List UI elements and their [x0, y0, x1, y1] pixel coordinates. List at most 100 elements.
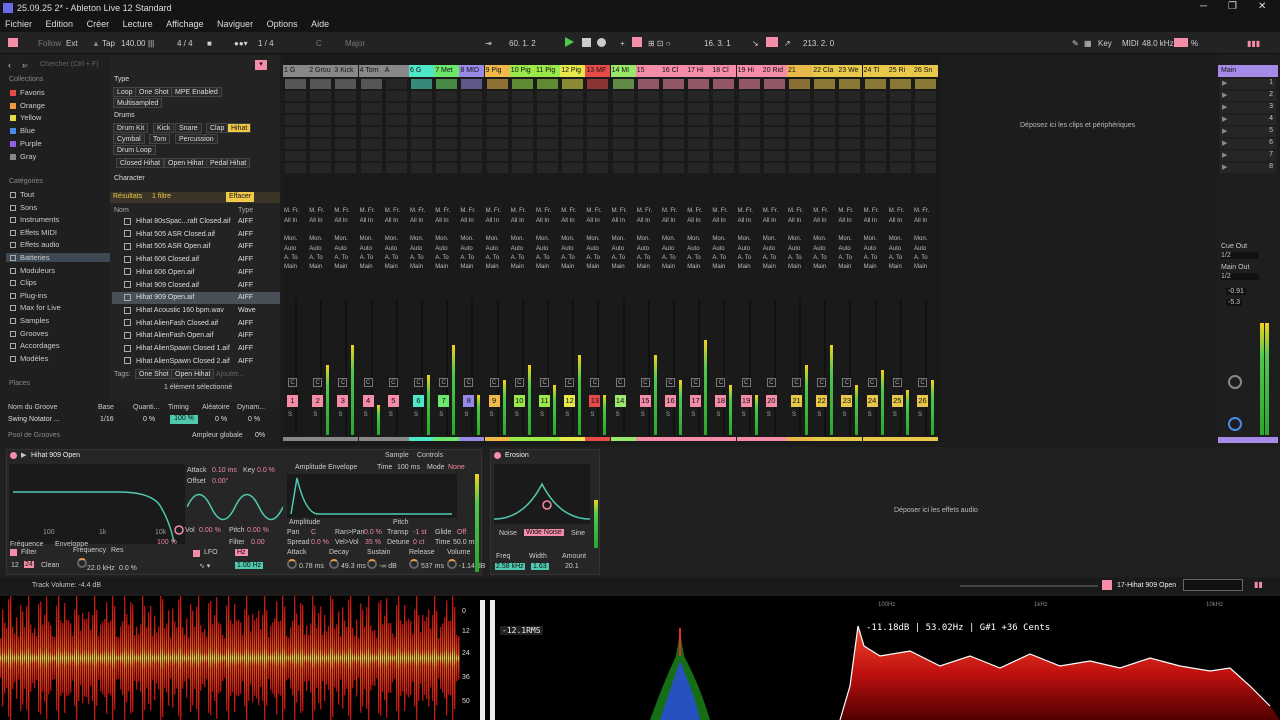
- crossfade-button[interactable]: C: [439, 378, 449, 387]
- track-monitor-mode[interactable]: Auto: [561, 245, 573, 253]
- erosion-width-value[interactable]: 1.63: [531, 563, 549, 570]
- clip-slot[interactable]: [889, 103, 911, 113]
- track-output-label[interactable]: A. To: [662, 254, 676, 262]
- file-row[interactable]: Hihat 505 ASR Closed.aif AIFF: [112, 229, 280, 241]
- crossfade-button[interactable]: C: [817, 378, 827, 387]
- clip-slot[interactable]: [385, 103, 407, 113]
- clip-slot[interactable]: [713, 163, 735, 173]
- volume-fader[interactable]: [647, 300, 650, 435]
- track-monitor[interactable]: Mon.: [435, 235, 448, 243]
- scene-4[interactable]: ▶ 4: [1220, 115, 1276, 125]
- clip-slot[interactable]: [688, 139, 710, 149]
- clip-slot[interactable]: [436, 151, 458, 161]
- master-header[interactable]: Main: [1218, 65, 1278, 77]
- track-input-channel[interactable]: All In: [561, 217, 574, 225]
- track-activator[interactable]: 11: [539, 395, 550, 407]
- tag-drum-kit[interactable]: Drum Kit: [113, 123, 149, 133]
- track-output-label[interactable]: A. To: [561, 254, 575, 262]
- solo-button[interactable]: S: [590, 412, 594, 418]
- clip-slot[interactable]: [411, 91, 432, 101]
- track-header[interactable]: 21: [787, 65, 812, 77]
- track-input-channel[interactable]: All In: [435, 217, 448, 225]
- env-attack-value[interactable]: 0.78 ms: [299, 563, 324, 570]
- clip-slot[interactable]: [612, 115, 634, 125]
- track-output-label[interactable]: A. To: [788, 254, 802, 262]
- tag-open-hihat[interactable]: Open Hihat: [164, 158, 208, 168]
- clip-slot[interactable]: [562, 163, 584, 173]
- track-input-channel[interactable]: All In: [586, 217, 599, 225]
- track-activator[interactable]: 4: [362, 395, 374, 407]
- crossfade-button[interactable]: C: [338, 378, 348, 387]
- restore-icon[interactable]: ❐: [1228, 1, 1237, 12]
- track-monitor[interactable]: Mon.: [284, 235, 297, 243]
- clip-slot-filled[interactable]: [637, 79, 659, 89]
- track-monitor[interactable]: Mon.: [889, 235, 902, 243]
- tag-kick[interactable]: Kick: [153, 123, 175, 133]
- clip-slot[interactable]: [637, 139, 659, 149]
- env-sustain-value[interactable]: -∞ dB: [379, 563, 397, 570]
- volume-fader[interactable]: [521, 300, 524, 435]
- volume-fader[interactable]: [622, 300, 625, 435]
- crossfade-button[interactable]: C: [766, 378, 776, 387]
- collection-orange[interactable]: Orange: [10, 101, 45, 110]
- volume-fader[interactable]: [320, 300, 323, 435]
- clip-slot[interactable]: [360, 103, 382, 113]
- clip-slot[interactable]: [486, 103, 508, 113]
- clip-slot[interactable]: [461, 115, 483, 125]
- track-header[interactable]: 24 Tl: [862, 65, 888, 77]
- volume-fader[interactable]: [446, 300, 449, 435]
- tempo-field[interactable]: 140.00: [121, 39, 145, 48]
- clip-slot[interactable]: [839, 151, 861, 161]
- clip-slot[interactable]: [385, 91, 407, 101]
- clip-slot[interactable]: [789, 163, 810, 173]
- track-input-channel[interactable]: All In: [687, 217, 700, 225]
- track-header[interactable]: 9 Pig: [484, 65, 510, 77]
- track-output-label[interactable]: A. To: [284, 254, 298, 262]
- filter-freq-knob[interactable]: [77, 558, 87, 568]
- track-header[interactable]: 13 MF: [585, 65, 611, 77]
- tap-button[interactable]: Tap: [102, 39, 115, 48]
- clip-slot[interactable]: [713, 139, 735, 149]
- track-output-label[interactable]: A. To: [435, 254, 449, 262]
- clip-slot[interactable]: [461, 91, 483, 101]
- pitch-value[interactable]: 0.00 %: [247, 527, 269, 534]
- track-header[interactable]: 19 Hi: [736, 65, 762, 77]
- clip-slot[interactable]: [310, 91, 332, 101]
- crossfade-button[interactable]: C: [388, 378, 398, 387]
- key-amount-value[interactable]: 100 %: [157, 539, 177, 546]
- track-input-label[interactable]: M. Fr.: [511, 207, 526, 215]
- clip-slot[interactable]: [637, 127, 659, 137]
- clip-slot[interactable]: [285, 115, 306, 125]
- track-activator[interactable]: 18: [715, 395, 727, 407]
- cue-volume-knob[interactable]: [1228, 417, 1242, 431]
- record-quantize-icon[interactable]: ●●▾: [234, 39, 248, 48]
- volume-fader[interactable]: [773, 300, 776, 435]
- loop-start-field[interactable]: 16. 3. 1: [704, 39, 731, 48]
- clip-slot[interactable]: [486, 139, 508, 149]
- solo-button[interactable]: S: [414, 412, 418, 418]
- collection-yellow[interactable]: Yellow: [10, 113, 41, 122]
- clip-slot[interactable]: [814, 91, 836, 101]
- track-input-channel[interactable]: All In: [360, 217, 373, 225]
- global-amount-value[interactable]: 0%: [255, 432, 265, 439]
- track-monitor-mode[interactable]: Auto: [334, 245, 346, 253]
- track-input-channel[interactable]: All In: [511, 217, 524, 225]
- track-activator[interactable]: 1: [287, 395, 298, 407]
- clip-slot[interactable]: [486, 163, 508, 173]
- track-output-target[interactable]: Main: [738, 263, 751, 271]
- clip-slot[interactable]: [335, 163, 357, 173]
- clip-slot-filled[interactable]: [663, 79, 684, 89]
- clip-slot[interactable]: [612, 127, 634, 137]
- clip-slot[interactable]: [763, 139, 785, 149]
- menu-fichier[interactable]: Fichier: [5, 17, 32, 32]
- track-activator[interactable]: 21: [791, 395, 802, 407]
- clip-slot-filled[interactable]: [486, 79, 508, 89]
- menu-aide[interactable]: Aide: [311, 17, 329, 32]
- track-input-label[interactable]: M. Fr.: [586, 207, 601, 215]
- solo-button[interactable]: S: [691, 412, 695, 418]
- track-monitor[interactable]: Mon.: [914, 235, 927, 243]
- file-row[interactable]: Hihat 80sSpac...raft Closed.aif AIFF: [112, 216, 280, 228]
- track-monitor-mode[interactable]: Auto: [435, 245, 447, 253]
- volume-fader[interactable]: [748, 300, 751, 435]
- clip-slot[interactable]: [738, 91, 760, 101]
